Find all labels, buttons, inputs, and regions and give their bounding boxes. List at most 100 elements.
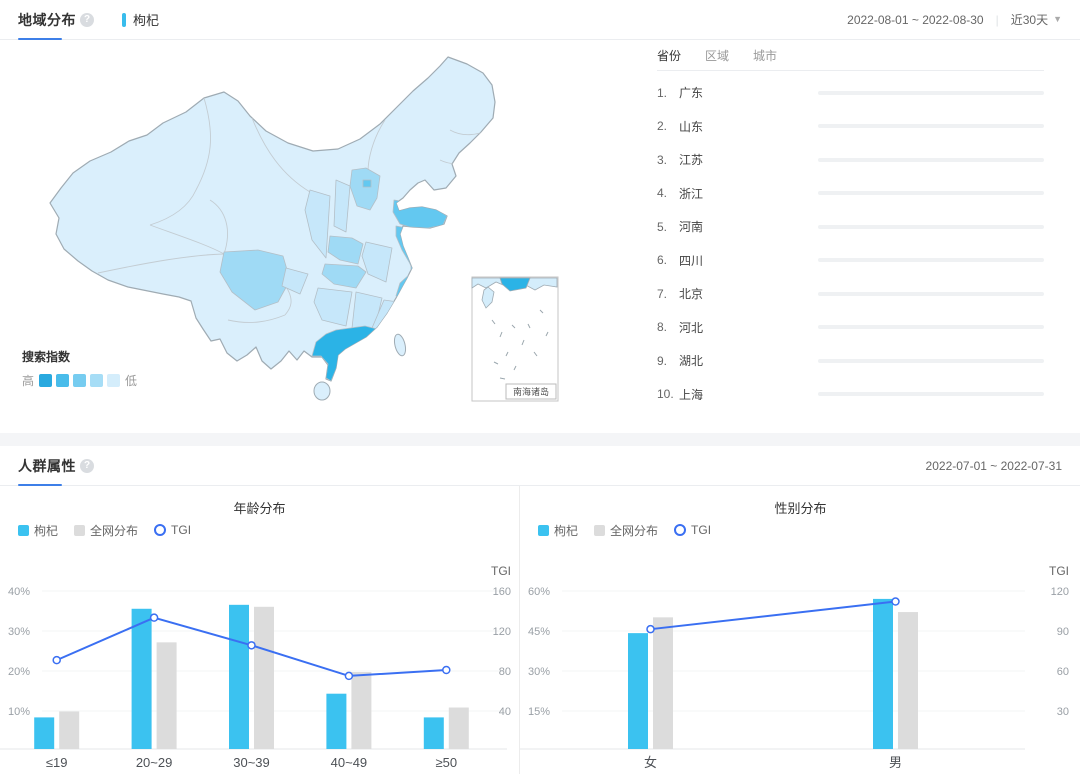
legend-item-keyword[interactable]: 枸杞 (538, 522, 578, 539)
rank-number: 3. (657, 153, 679, 167)
gray-square-icon (74, 525, 85, 536)
ranking-row[interactable]: 3. 江苏 (657, 143, 1044, 177)
rank-bar-track (818, 91, 1044, 95)
tgi-marker (248, 642, 255, 649)
rank-number: 5. (657, 220, 679, 234)
keyword-bar (326, 694, 346, 749)
legend-swatch (56, 374, 69, 387)
left-axis-tick: 10% (8, 706, 30, 718)
ranking-row[interactable]: 1. 广东 (657, 76, 1044, 110)
right-axis-title: TGI (491, 564, 511, 578)
legend-item-tgi[interactable]: TGI (674, 523, 711, 537)
age-distribution-panel: 年龄分布 枸杞 全网分布 TGI 40%30%20%10%1601208040T… (0, 486, 519, 774)
rank-bar-track (818, 158, 1044, 162)
legend-label: TGI (691, 523, 711, 537)
period-selector[interactable]: 近30天 ▼ (1011, 11, 1062, 28)
ranking-row[interactable]: 4. 浙江 (657, 177, 1044, 211)
rank-number: 4. (657, 186, 679, 200)
province-name: 广东 (679, 84, 818, 101)
legend-label: 枸杞 (554, 522, 578, 539)
overall-bar (351, 672, 371, 749)
header-divider: | (996, 13, 999, 27)
legend-item-overall[interactable]: 全网分布 (74, 522, 138, 539)
province-name: 四川 (679, 252, 818, 269)
region-ranking-panel: 省份 区域 城市 1. 广东 2. 山东 (640, 40, 1080, 433)
ranking-row[interactable]: 5. 河南 (657, 210, 1044, 244)
province-name: 河南 (679, 218, 818, 235)
demographics-header: 人群属性 ? 2022-07-01 ~ 2022-07-31 (0, 446, 1080, 486)
ranking-tabs: 省份 区域 城市 (657, 40, 1044, 71)
tgi-marker (151, 614, 158, 621)
legend-label: 全网分布 (90, 522, 138, 539)
geo-section-title: 地域分布 (18, 10, 80, 30)
left-axis-tick: 60% (528, 586, 550, 598)
legend-item-overall[interactable]: 全网分布 (594, 522, 658, 539)
province-name: 湖北 (679, 352, 818, 369)
keyword-label: 枸杞 (133, 10, 159, 29)
left-axis-tick: 40% (8, 586, 30, 598)
gray-square-icon (594, 525, 605, 536)
keyword-bar (229, 605, 249, 749)
category-label: ≤19 (46, 755, 68, 770)
legend-swatch (73, 374, 86, 387)
demographics-section: 人群属性 ? 2022-07-01 ~ 2022-07-31 年龄分布 枸杞 全… (0, 446, 1080, 774)
province-name: 上海 (679, 386, 818, 403)
legend-item-keyword[interactable]: 枸杞 (18, 522, 58, 539)
help-icon[interactable]: ? (80, 13, 94, 27)
age-chart-legend: 枸杞 全网分布 TGI (18, 522, 519, 538)
tab-region[interactable]: 区域 (705, 47, 729, 64)
help-icon[interactable]: ? (80, 459, 94, 473)
right-axis-title: TGI (1049, 564, 1069, 578)
tab-city[interactable]: 城市 (753, 47, 777, 64)
right-axis-tick: 120 (493, 626, 511, 638)
rank-bar-track (818, 258, 1044, 262)
tgi-marker (647, 626, 654, 633)
ranking-row[interactable]: 6. 四川 (657, 244, 1044, 278)
blue-square-icon (18, 525, 29, 536)
tab-demographics[interactable]: 人群属性 (18, 446, 80, 485)
tgi-marker (892, 598, 899, 605)
rank-number: 9. (657, 354, 679, 368)
map-region-hainan[interactable] (314, 382, 330, 400)
legend-label: TGI (171, 523, 191, 537)
right-axis-tick: 40 (499, 706, 511, 718)
ranking-row[interactable]: 7. 北京 (657, 277, 1044, 311)
tab-geo-distribution[interactable]: 地域分布 (18, 0, 80, 39)
demographics-section-title: 人群属性 (18, 456, 80, 476)
left-axis-tick: 15% (528, 706, 550, 718)
ranking-row[interactable]: 8. 河北 (657, 311, 1044, 345)
map-region-taiwan[interactable] (392, 333, 407, 357)
map-region-beijing[interactable] (363, 180, 371, 187)
section-gutter (0, 433, 1080, 446)
ranking-row[interactable]: 2. 山东 (657, 110, 1044, 144)
keyword-bar (132, 609, 152, 749)
overall-bar (254, 607, 274, 749)
province-name: 江苏 (679, 151, 818, 168)
overall-bar (157, 642, 177, 749)
legend-swatch (90, 374, 103, 387)
keyword-bar (424, 717, 444, 749)
legend-item-tgi[interactable]: TGI (154, 523, 191, 537)
ranking-list: 1. 广东 2. 山东 3. 江苏 (657, 76, 1044, 411)
overall-bar (59, 711, 79, 749)
right-axis-tick: 60 (1057, 666, 1069, 678)
map-region-shandong[interactable] (393, 200, 447, 228)
period-label: 近30天 (1011, 11, 1048, 28)
tgi-marker (345, 672, 352, 679)
left-axis-tick: 20% (8, 666, 30, 678)
tab-province[interactable]: 省份 (657, 47, 681, 64)
category-label: 女 (644, 755, 657, 770)
map-legend-swatches (39, 374, 120, 387)
china-map[interactable]: 南海诸岛 搜索指数 高 低 (0, 40, 640, 433)
map-legend: 搜索指数 高 低 (22, 348, 137, 389)
gender-distribution-panel: 性别分布 枸杞 全网分布 TGI 60%45%30%15%120906030TG… (519, 486, 1080, 774)
ranking-row[interactable]: 9. 湖北 (657, 344, 1044, 378)
age-chart-title: 年龄分布 (0, 498, 519, 516)
gender-distribution-chart[interactable]: 60%45%30%15%120906030TGI女男 (520, 545, 1080, 775)
rank-number: 7. (657, 287, 679, 301)
age-distribution-chart[interactable]: 40%30%20%10%1601208040TGI≤1920~2930~3940… (0, 545, 519, 775)
tgi-line (651, 602, 896, 630)
right-axis-tick: 30 (1057, 706, 1069, 718)
ranking-row[interactable]: 10. 上海 (657, 378, 1044, 412)
chevron-down-icon: ▼ (1053, 15, 1062, 24)
